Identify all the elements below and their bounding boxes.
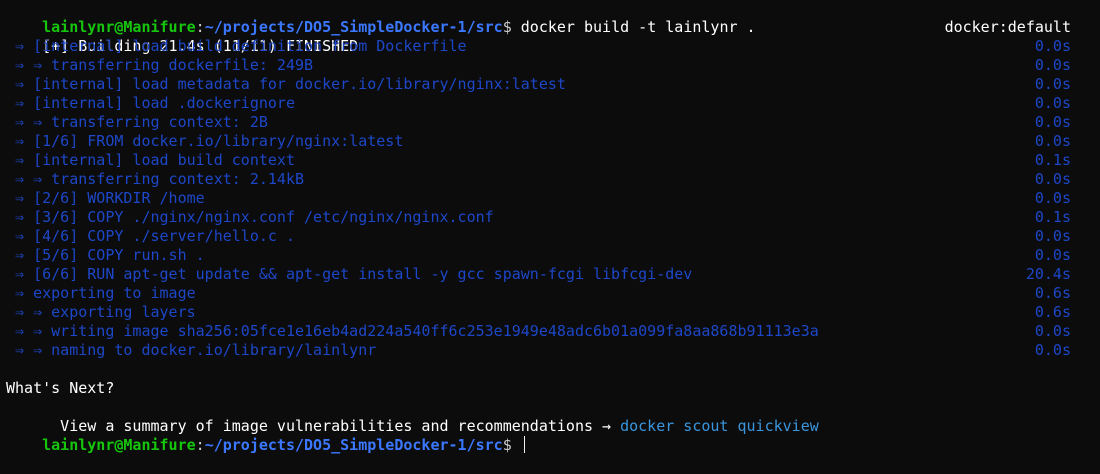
build-step: ⇒ ⇒ exporting layers 0.6s	[6, 303, 1094, 322]
terminal-window[interactable]: lainlynr@Manifure:~/projects/DO5_SimpleD…	[0, 0, 1100, 454]
build-step: ⇒ [5/6] COPY run.sh . 0.0s	[6, 246, 1094, 265]
build-step: ⇒ [6/6] RUN apt-get update && apt-get in…	[6, 265, 1094, 284]
build-steps: ⇒ [internal] load build definition from …	[6, 37, 1094, 360]
step-text: ⇒ exporting to image	[6, 284, 196, 302]
step-text: ⇒ [3/6] COPY ./nginx/nginx.conf /etc/ngi…	[6, 208, 494, 226]
step-text: ⇒ [internal] load .dockerignore	[6, 94, 295, 112]
step-time: 0.0s	[1034, 75, 1071, 93]
build-step: ⇒ [2/6] WORKDIR /home 0.0s	[6, 189, 1094, 208]
step-text: ⇒ [4/6] COPY ./server/hello.c .	[6, 227, 295, 245]
build-step: ⇒ ⇒ transferring context: 2.14kB 0.0s	[6, 170, 1094, 189]
build-step: ⇒ [internal] load build context 0.1s	[6, 151, 1094, 170]
step-time: 0.0s	[1034, 246, 1071, 264]
step-time: 0.6s	[1034, 284, 1071, 302]
step-text: ⇒ [2/6] WORKDIR /home	[6, 189, 205, 207]
step-text: ⇒ ⇒ transferring context: 2.14kB	[6, 170, 305, 188]
step-time: 0.0s	[1034, 341, 1071, 359]
step-time: 0.0s	[1034, 113, 1071, 131]
step-time: 0.0s	[1034, 56, 1071, 74]
step-time: 0.0s	[1034, 94, 1071, 112]
step-text: ⇒ ⇒ writing image sha256:05fce1e16eb4ad2…	[6, 322, 819, 340]
build-step: ⇒ exporting to image 0.6s	[6, 284, 1094, 303]
step-time: 0.0s	[1034, 170, 1071, 188]
step-text: ⇒ [internal] load build definition from …	[6, 37, 467, 55]
text-cursor[interactable]	[523, 436, 525, 453]
build-step: ⇒ [4/6] COPY ./server/hello.c . 0.0s	[6, 227, 1094, 246]
build-step: ⇒ [1/6] FROM docker.io/library/nginx:lat…	[6, 132, 1094, 151]
build-step: ⇒ [internal] load metadata for docker.io…	[6, 75, 1094, 94]
build-header: [+] Building 21.4s (11/11) FINISHED dock…	[6, 18, 1094, 55]
step-time: 0.6s	[1034, 303, 1071, 321]
prompt-path: ~/projects/DO5_SimpleDocker-1/src	[204, 436, 503, 454]
step-text: ⇒ [internal] load metadata for docker.io…	[6, 75, 566, 93]
prompt-separator: :	[195, 436, 205, 454]
step-time: 0.0s	[1034, 37, 1071, 55]
step-text: ⇒ [6/6] RUN apt-get update && apt-get in…	[6, 265, 693, 283]
build-step: ⇒ ⇒ transferring dockerfile: 249B 0.0s	[6, 56, 1094, 75]
step-text: ⇒ [internal] load build context	[6, 151, 295, 169]
step-text: ⇒ [1/6] FROM docker.io/library/nginx:lat…	[6, 132, 404, 150]
step-time: 0.0s	[1034, 322, 1071, 340]
build-step: ⇒ ⇒ naming to docker.io/library/lainlynr…	[6, 341, 1094, 360]
build-step: ⇒ [internal] load build definition from …	[6, 37, 1094, 56]
build-context: docker:default	[944, 18, 1071, 36]
prompt-user-host: lainlynr@Manifure	[42, 436, 196, 454]
step-text: ⇒ [5/6] COPY run.sh .	[6, 246, 205, 264]
whats-next-summary-line: View a summary of image vulnerabilities …	[6, 398, 1094, 435]
step-time: 0.0s	[1034, 189, 1071, 207]
build-step: ⇒ [internal] load .dockerignore 0.0s	[6, 94, 1094, 113]
step-text: ⇒ ⇒ naming to docker.io/library/lainlynr	[6, 341, 377, 359]
current-prompt-line[interactable]: lainlynr@Manifure:~/projects/DO5_SimpleD…	[6, 417, 1094, 454]
command-line: lainlynr@Manifure:~/projects/DO5_SimpleD…	[6, 0, 1094, 36]
build-step: ⇒ [3/6] COPY ./nginx/nginx.conf /etc/ngi…	[6, 208, 1094, 227]
step-time: 0.0s	[1034, 227, 1071, 245]
step-time: 0.1s	[1034, 151, 1071, 169]
step-time: 0.1s	[1034, 208, 1071, 226]
step-time: 20.4s	[1025, 265, 1071, 283]
step-text: ⇒ ⇒ exporting layers	[6, 303, 196, 321]
prompt-symbol: $	[502, 436, 521, 454]
build-step: ⇒ ⇒ transferring context: 2B 0.0s	[6, 113, 1094, 132]
step-time: 0.0s	[1034, 132, 1071, 150]
step-text: ⇒ ⇒ transferring dockerfile: 249B	[6, 56, 314, 74]
step-text: ⇒ ⇒ transferring context: 2B	[6, 113, 268, 131]
whats-next-title: What's Next?	[6, 379, 115, 397]
build-step: ⇒ ⇒ writing image sha256:05fce1e16eb4ad2…	[6, 322, 1094, 341]
